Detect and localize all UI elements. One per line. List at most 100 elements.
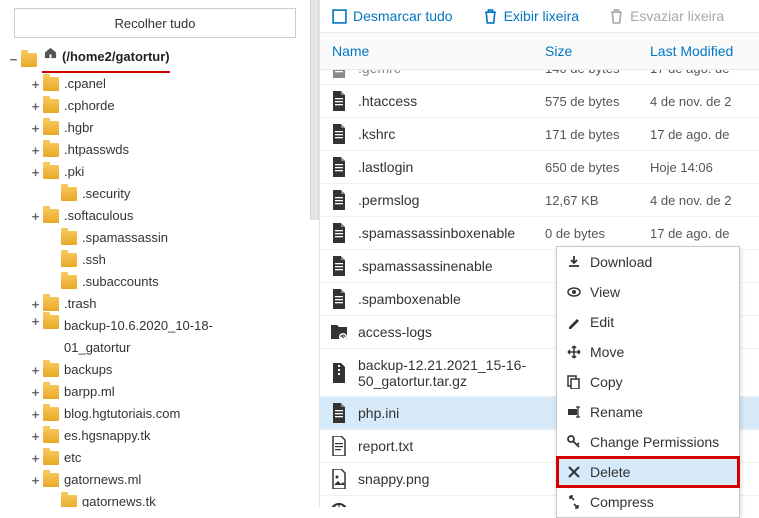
ctx-delete[interactable]: Delete: [557, 457, 739, 487]
doc-icon: [330, 190, 348, 210]
folder-icon: [61, 187, 77, 201]
collapse-toggle-icon[interactable]: −: [8, 53, 19, 66]
file-row[interactable]: .kshrc171 de bytes17 de ago. de: [320, 118, 759, 151]
tree-item[interactable]: +.cpanel: [8, 73, 300, 95]
ctx-view[interactable]: View: [557, 277, 739, 307]
tree-item-label: backup-10.6.2020_10-18-01_gatortur: [64, 315, 264, 359]
expand-toggle-icon[interactable]: +: [30, 78, 41, 91]
doc-icon: [330, 403, 348, 423]
ctx-download[interactable]: Download: [557, 247, 739, 277]
tree-item-label: es.hgsnappy.tk: [64, 425, 150, 447]
folder-icon: [61, 495, 77, 507]
ctx-rename[interactable]: Rename: [557, 397, 739, 427]
ctx-compress[interactable]: Compress: [557, 487, 739, 517]
file-row[interactable]: .htaccess575 de bytes4 de nov. de 2: [320, 85, 759, 118]
tree-item-label: .security: [82, 183, 130, 205]
tree-item[interactable]: + .cphorde: [8, 95, 300, 117]
pane-divider[interactable]: [310, 0, 319, 220]
column-name[interactable]: Name: [320, 33, 539, 69]
ctx-move[interactable]: Move: [557, 337, 739, 367]
empty-trash-button: Esvaziar lixeira: [609, 8, 724, 24]
ctx-copy[interactable]: Copy: [557, 367, 739, 397]
tree-item[interactable]: +.trash: [8, 293, 300, 315]
unselect-all-button[interactable]: Desmarcar tudo: [332, 8, 453, 24]
tree-item[interactable]: + backup-10.6.2020_10-18-01_gatortur: [8, 315, 300, 359]
folder-icon: [43, 99, 59, 113]
tree-item[interactable]: .spamassassin: [8, 227, 300, 249]
tree-item[interactable]: gatornews.tk: [8, 491, 300, 507]
expand-toggle-icon[interactable]: +: [30, 166, 41, 179]
file-name: .permslog: [358, 192, 419, 208]
tree-root[interactable]: − (/home2/gatortur): [8, 46, 300, 73]
folder-icon: [43, 165, 59, 179]
context-menu: DownloadViewEdit Move CopyRenameChange Per…: [556, 246, 740, 518]
move-icon: [567, 345, 581, 359]
folder-icon: [43, 143, 59, 157]
tree-item-label: .cphorde: [64, 95, 115, 117]
linkfolder-icon: [330, 322, 348, 342]
tree-item[interactable]: + etc: [8, 447, 300, 469]
tree-item-label: .softaculous: [64, 205, 133, 227]
tree-item-label: .htpasswds: [64, 139, 129, 161]
show-trash-button[interactable]: Exibir lixeira: [483, 8, 579, 24]
folder-open-icon: [21, 53, 37, 67]
file-date: 4 de nov. de 2: [644, 94, 759, 109]
ctx-perm[interactable]: Change Permissions: [557, 427, 739, 457]
file-name: access-logs: [358, 324, 432, 340]
folder-icon: [43, 297, 59, 311]
tree-item[interactable]: +backups: [8, 359, 300, 381]
tree-item-label: gatornews.tk: [82, 491, 156, 507]
file-name: snappy.png: [358, 471, 429, 487]
square-icon: [332, 9, 347, 24]
folder-icon: [61, 253, 77, 267]
expand-toggle-icon[interactable]: +: [30, 408, 41, 421]
file-row[interactable]: .permslog12,67 KB4 de nov. de 2: [320, 184, 759, 217]
tree-item[interactable]: .security: [8, 183, 300, 205]
tree-item-label: .hgbr: [64, 117, 94, 139]
file-date: Hoje 14:06: [644, 160, 759, 175]
tree-item-label: barpp.ml: [64, 381, 115, 403]
expand-toggle-icon[interactable]: +: [30, 100, 41, 113]
expand-toggle-icon[interactable]: +: [30, 122, 41, 135]
file-size: 171 de bytes: [539, 127, 644, 142]
expand-toggle-icon[interactable]: +: [30, 210, 41, 223]
ctx-label: Move: [590, 344, 624, 360]
tree-item[interactable]: .ssh: [8, 249, 300, 271]
file-row[interactable]: .lastlogin650 de bytesHoje 14:06: [320, 151, 759, 184]
ctx-edit[interactable]: Edit: [557, 307, 739, 337]
tree-item[interactable]: + .softaculous: [8, 205, 300, 227]
tree-item[interactable]: + es.hgsnappy.tk: [8, 425, 300, 447]
tree-item[interactable]: + .hgbr: [8, 117, 300, 139]
tree-item[interactable]: + .pki: [8, 161, 300, 183]
expand-toggle-icon[interactable]: +: [30, 298, 41, 311]
folder-icon: [43, 385, 59, 399]
expand-toggle-icon[interactable]: +: [30, 474, 41, 487]
column-size[interactable]: Size: [539, 33, 644, 69]
tree-item[interactable]: +blog.hgtutoriais.com: [8, 403, 300, 425]
copy-icon: [567, 375, 581, 389]
file-size: 575 de bytes: [539, 94, 644, 109]
trash-icon: [483, 9, 498, 24]
tree-item-label: etc: [64, 447, 81, 469]
file-row[interactable]: .gemrc140 de bytes17 de ago. de: [320, 70, 759, 85]
archive-icon: [330, 363, 348, 383]
ctx-label: Delete: [590, 464, 630, 480]
collapse-all-button[interactable]: Recolher tudo: [14, 8, 296, 38]
column-headers: Name Size Last Modified: [320, 33, 759, 70]
edit-icon: [567, 315, 581, 329]
file-name: .spamassassinenable: [358, 258, 493, 274]
expand-toggle-icon[interactable]: +: [30, 315, 41, 328]
tree-item[interactable]: +gatornews.ml: [8, 469, 300, 491]
expand-toggle-icon[interactable]: +: [30, 364, 41, 377]
expand-toggle-icon[interactable]: +: [30, 430, 41, 443]
file-date: 17 de ago. de: [644, 70, 759, 76]
tree-item-label: .ssh: [82, 249, 106, 271]
tree-item[interactable]: + barpp.ml: [8, 381, 300, 403]
column-date[interactable]: Last Modified: [644, 33, 759, 69]
expand-toggle-icon[interactable]: +: [30, 452, 41, 465]
expand-toggle-icon[interactable]: +: [30, 386, 41, 399]
tree-item[interactable]: + .htpasswds: [8, 139, 300, 161]
tree-item-label: .pki: [64, 161, 84, 183]
expand-toggle-icon[interactable]: +: [30, 144, 41, 157]
tree-item[interactable]: .subaccounts: [8, 271, 300, 293]
